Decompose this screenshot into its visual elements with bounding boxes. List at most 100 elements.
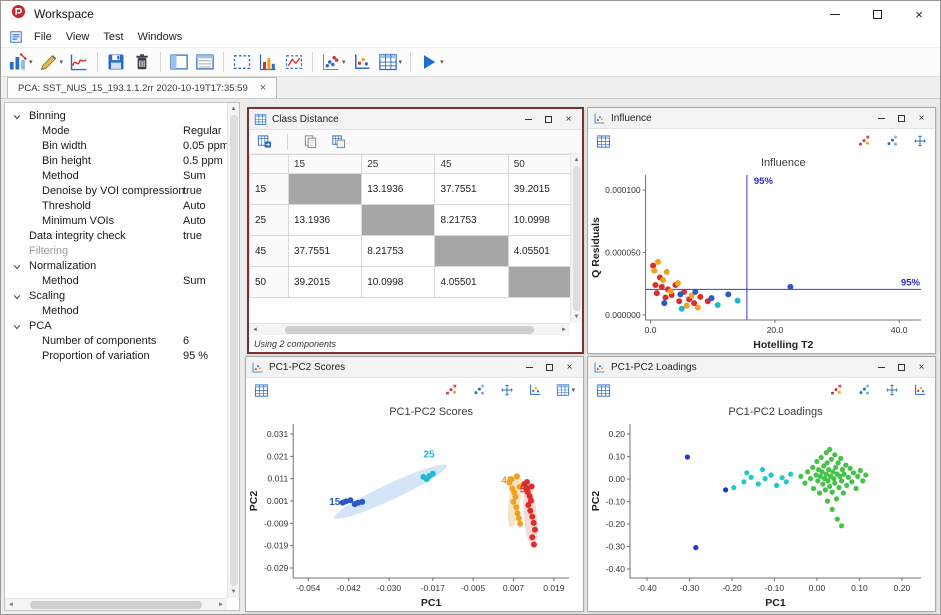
run-button[interactable]: ▾ <box>416 49 447 75</box>
data-point-green-loadings[interactable] <box>832 452 837 457</box>
data-point-green-loadings[interactable] <box>841 490 846 495</box>
data-point-green-loadings[interactable] <box>832 481 837 486</box>
data-point-25[interactable] <box>715 302 721 308</box>
horizontal-scroll-thumb[interactable] <box>285 326 534 334</box>
minimize-button[interactable] <box>873 360 890 375</box>
distance-cell[interactable]: 37.7551 <box>435 174 508 205</box>
show-table-button[interactable] <box>593 131 614 151</box>
table-horizontal-scrollbar[interactable]: ◄ ► <box>249 323 570 335</box>
data-point-50[interactable] <box>527 508 533 514</box>
data-point-green-loadings[interactable] <box>829 457 834 462</box>
table-menu-button[interactable]: ▾ <box>553 380 578 400</box>
data-point-green-loadings[interactable] <box>831 476 836 481</box>
property-row-bin-height[interactable]: Bin height0.5 ppm <box>5 154 239 169</box>
data-point-45[interactable] <box>515 510 521 516</box>
property-value[interactable]: Sum <box>183 170 206 182</box>
crosshair-button[interactable] <box>497 380 517 400</box>
column-header-25[interactable]: 25 <box>362 155 435 174</box>
column-header-15[interactable]: 15 <box>288 155 361 174</box>
data-point-45[interactable] <box>684 303 690 309</box>
point-style-button[interactable] <box>854 380 874 400</box>
menu-windows[interactable]: Windows <box>131 29 190 45</box>
data-point-green-loadings[interactable] <box>851 470 856 475</box>
horizontal-scroll-thumb[interactable] <box>30 601 202 609</box>
data-point-50[interactable] <box>659 284 665 290</box>
data-point-green-loadings[interactable] <box>808 476 813 481</box>
point-style-button[interactable] <box>469 380 489 400</box>
data-point-45[interactable] <box>514 473 520 479</box>
property-row-binning[interactable]: Binning <box>5 109 239 124</box>
copy-button[interactable] <box>300 132 321 152</box>
property-row-scaling[interactable]: Scaling <box>5 289 239 304</box>
data-point-15[interactable] <box>661 300 667 306</box>
property-value[interactable]: true <box>183 230 202 242</box>
data-point-45[interactable] <box>695 305 701 311</box>
scroll-down-icon[interactable]: ▼ <box>572 312 582 322</box>
scroll-right-icon[interactable]: ► <box>216 600 226 610</box>
data-point-blue-loadings[interactable] <box>685 454 690 459</box>
data-point-45[interactable] <box>675 280 681 286</box>
menu-view[interactable]: View <box>59 29 97 45</box>
mark-points-button[interactable] <box>441 380 461 400</box>
data-point-25[interactable] <box>679 306 685 312</box>
data-point-25[interactable] <box>735 298 741 304</box>
property-value[interactable]: Regular <box>183 125 222 137</box>
property-row-normalization[interactable]: Normalization <box>5 259 239 274</box>
vertical-scroll-thumb[interactable] <box>230 115 238 586</box>
export-button[interactable] <box>254 132 275 152</box>
data-point-cyan-loadings[interactable] <box>756 481 761 486</box>
layout-panels-button[interactable] <box>166 49 192 75</box>
row-header-15[interactable]: 15 <box>250 174 289 205</box>
data-point-50[interactable] <box>531 520 537 526</box>
chevron-down-icon[interactable] <box>13 293 21 301</box>
property-row-mode[interactable]: ModeRegular <box>5 124 239 139</box>
data-point-50[interactable] <box>529 534 535 540</box>
data-point-cyan-loadings[interactable] <box>760 467 765 472</box>
property-row-proportion-of-variation[interactable]: Proportion of variation95 % <box>5 349 239 364</box>
class-distance-titlebar[interactable]: Class Distance × <box>249 109 582 130</box>
data-point-15[interactable] <box>787 284 793 290</box>
data-point-green-loadings[interactable] <box>842 472 847 477</box>
data-point-cyan-loadings[interactable] <box>731 485 736 490</box>
property-value[interactable]: true <box>183 185 202 197</box>
data-point-green-loadings[interactable] <box>834 496 839 501</box>
data-point-50[interactable] <box>525 502 531 508</box>
distance-cell[interactable]: 8.21753 <box>362 236 435 267</box>
row-header-50[interactable]: 50 <box>250 267 289 298</box>
property-value[interactable]: 0.05 ppm <box>183 140 229 152</box>
minimize-button[interactable] <box>873 111 890 126</box>
data-point-green-loadings[interactable] <box>860 478 865 483</box>
show-table-button[interactable] <box>593 380 614 400</box>
distance-cell[interactable]: 37.7551 <box>288 236 361 267</box>
data-point-45[interactable] <box>511 499 517 505</box>
data-point-50[interactable] <box>650 263 656 269</box>
distance-cell[interactable]: 13.1936 <box>288 205 361 236</box>
tables-button[interactable]: ▾ <box>375 49 406 75</box>
data-point-green-loadings[interactable] <box>810 465 815 470</box>
close-button[interactable]: × <box>913 111 930 126</box>
data-point-45[interactable] <box>668 288 674 294</box>
data-point-green-loadings[interactable] <box>844 483 849 488</box>
data-point-cyan-loadings[interactable] <box>780 475 785 480</box>
data-point-green-loadings[interactable] <box>830 490 835 495</box>
menu-test[interactable]: Test <box>96 29 130 45</box>
data-point-green-loadings[interactable] <box>839 478 844 483</box>
maximize-button[interactable] <box>893 111 910 126</box>
copy-with-headers-button[interactable] <box>328 132 349 152</box>
property-row-bin-width[interactable]: Bin width0.05 ppm <box>5 139 239 154</box>
scroll-right-icon[interactable]: ► <box>559 325 569 335</box>
select-region-button[interactable] <box>229 49 255 75</box>
property-row-data-integrity-check[interactable]: Data integrity checktrue <box>5 229 239 244</box>
minimize-button[interactable] <box>520 112 537 127</box>
data-point-green-loadings[interactable] <box>846 475 851 480</box>
data-point-green-loadings[interactable] <box>833 465 838 470</box>
loadings-chart[interactable]: PC1-PC2 Loadings-0.40-0.30-0.20-0.100.00… <box>588 402 935 611</box>
property-value[interactable]: Auto <box>183 200 206 212</box>
data-point-green-loadings[interactable] <box>802 481 807 486</box>
property-value[interactable]: Auto <box>183 215 206 227</box>
axes-button[interactable] <box>525 380 545 400</box>
data-point-cyan-loadings[interactable] <box>768 472 773 477</box>
property-row-method[interactable]: MethodSum <box>5 169 239 184</box>
data-point-15[interactable] <box>725 291 731 297</box>
distance-cell[interactable]: 10.0998 <box>362 267 435 298</box>
